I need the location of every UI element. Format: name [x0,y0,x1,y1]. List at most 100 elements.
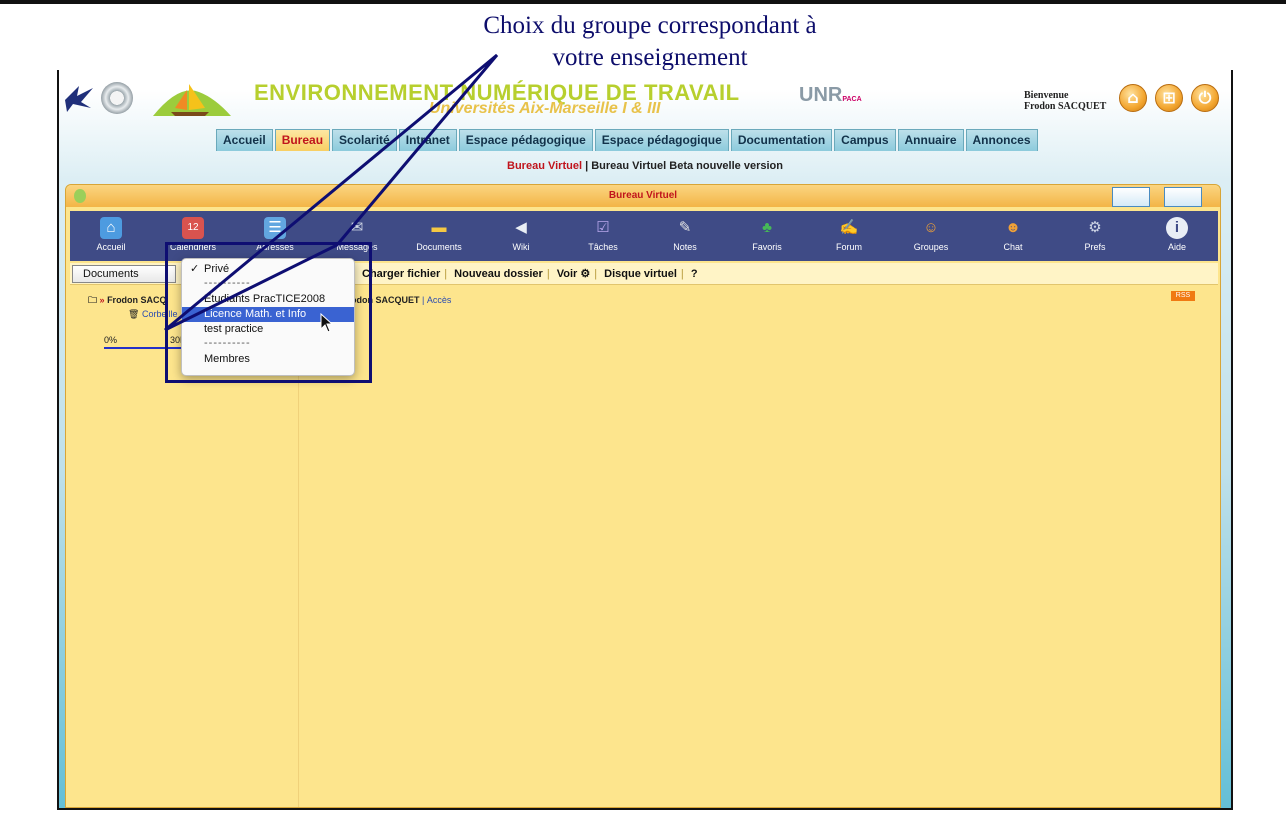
frame-border-right [1231,70,1233,810]
toolbar-links: Charger fichier | Nouveau dossier | Voir ⚙… [362,267,698,280]
iconbar-label: Tâches [588,242,618,252]
rss-badge[interactable]: RSS [1171,291,1195,301]
folder-open-icon: 🗀 [88,295,98,305]
gears-icon: ⚙ [1088,219,1102,236]
iconbar-label: Documents [416,242,462,252]
upload-file-link[interactable]: Charger fichier [362,268,440,280]
window-titlebar: Bureau Virtuel [66,185,1220,207]
tab-espace-pedagogique-1[interactable]: Espace pédagogique [458,129,593,151]
logout-button[interactable]: ⏻ [1191,84,1219,112]
network-button[interactable]: ⊞ [1155,84,1183,112]
home-button[interactable]: ⌂ [1119,84,1147,112]
folder-icon: ▬ [431,219,447,236]
welcome-block: Bienvenue Frodon SACQUET [1024,90,1106,112]
main-tabs: Accueil Bureau Scolarité Intranet Espace… [216,129,1038,151]
iconbar-wiki[interactable]: ◀ Wiki [480,211,562,261]
subnav-beta-version[interactable]: Bureau Virtuel Beta nouvelle version [591,160,783,172]
brand-subtitle: Universités Aix-Marseille I & III [429,100,661,117]
separator: | [594,268,598,280]
iconbar-prefs[interactable]: ⚙ Prefs [1054,211,1136,261]
frame-border-left [57,70,59,810]
iconbar-chat[interactable]: ☻ Chat [972,211,1054,261]
separator: | [546,268,550,280]
chat-icon: ☻ [1005,219,1021,236]
tab-accueil[interactable]: Accueil [216,129,273,151]
tree-root-folder[interactable]: 🗀 » Frodon SACQ [88,293,167,309]
annotation-highlight-box [165,242,372,383]
group-icon: ☺ [923,219,939,236]
university-seal-logo [101,82,133,114]
welcome-user: Frodon SACQUET [1024,101,1107,112]
access-link[interactable]: Accès [427,295,452,305]
checklist-icon: ☑ [596,219,610,236]
info-icon: i [1166,217,1188,239]
mouse-cursor-icon [320,313,334,333]
address-book-icon: ☰ [264,217,286,239]
megaphone-icon: ◀ [515,219,527,236]
iconbar-forum[interactable]: ✍ Forum [808,211,890,261]
separator: | [444,268,448,280]
new-window-icon[interactable] [1164,187,1202,207]
iconbar-label: Aide [1167,242,1186,252]
note-icon: ✎ [678,219,692,236]
tab-intranet[interactable]: Intranet [398,129,457,151]
annotation-caption: Choix du groupe correspondant à votre en… [380,10,920,74]
leaf-icon [74,189,86,203]
iconbar-label: Forum [835,242,862,252]
annotation-line-1: Choix du groupe correspondant à [483,12,817,39]
subnav-separator: | [582,160,592,172]
iconbar-favoris[interactable]: ♣ Favoris [726,211,808,261]
view-link[interactable]: Voir [557,268,578,280]
iconbar-label: Wiki [512,242,530,252]
calendar-icon: 12 [182,217,204,239]
tab-scolarite[interactable]: Scolarité [332,129,397,151]
trash-icon: 🗑 [128,309,140,319]
iconbar-aide[interactable]: i Aide [1136,211,1218,261]
iconbar-taches[interactable]: ☑ Tâches [562,211,644,261]
tab-bureau[interactable]: Bureau [274,129,331,151]
quota-min: 0% [104,335,118,345]
tab-espace-pedagogique-2[interactable]: Espace pédagogique [594,129,729,151]
sailboat-logo [153,84,231,116]
help-link[interactable]: ? [691,268,698,280]
tab-documentation[interactable]: Documentation [730,129,833,151]
window-controls [1112,187,1202,207]
chevron-right-icon: » [99,295,105,305]
tree-root-label: Frodon SACQ [107,295,167,305]
sub-navigation: Bureau Virtuel | Bureau Virtuel Beta nou… [59,160,1231,172]
tab-annuaire[interactable]: Annuaire [897,129,964,151]
subnav-bureau-virtuel[interactable]: Bureau Virtuel [507,160,582,172]
virtual-disk-link[interactable]: Disque virtuel [604,268,677,280]
envelope-icon: ✉ [350,219,364,236]
frame-border-bottom [57,808,1233,810]
top-rule [0,0,1286,4]
new-folder-link[interactable]: Nouveau dossier [454,268,543,280]
separator: | [422,295,425,305]
resize-window-icon[interactable] [1112,187,1150,207]
separator: | [680,268,684,280]
iconbar-label: Notes [673,242,697,252]
module-select[interactable]: Documents [72,265,176,283]
network-icon: ⊞ [1162,88,1176,107]
iconbar-label: Prefs [1084,242,1106,252]
iconbar-documents[interactable]: ▬ Documents [398,211,480,261]
iconbar-notes[interactable]: ✎ Notes [644,211,726,261]
iconbar-label: Accueil [96,242,126,252]
window-title: Bureau Virtuel [608,190,678,201]
palm-tree-icon: ♣ [762,219,772,236]
iconbar-label: Groupes [913,242,949,252]
iconbar-label: Favoris [752,242,782,252]
tab-annonces[interactable]: Annonces [965,129,1038,151]
home-icon: ⌂ [1127,88,1139,107]
iconbar-label: Chat [1003,242,1023,252]
tab-campus[interactable]: Campus [834,129,896,151]
unr-logo-sub: PACA [842,96,862,103]
university-birds-logo [65,86,93,112]
unr-logo-text: UNR [799,84,843,106]
eye-icon: ⚙ [580,268,591,280]
ent-app: ENVIRONNEMENT NUMÉRIQUE DE TRAVAIL Unive… [59,70,1231,808]
iconbar-accueil[interactable]: ⌂ Accueil [70,211,152,261]
home-icon: ⌂ [100,217,122,239]
iconbar-groupes[interactable]: ☺ Groupes [890,211,972,261]
welcome-label: Bienvenue [1024,90,1069,101]
